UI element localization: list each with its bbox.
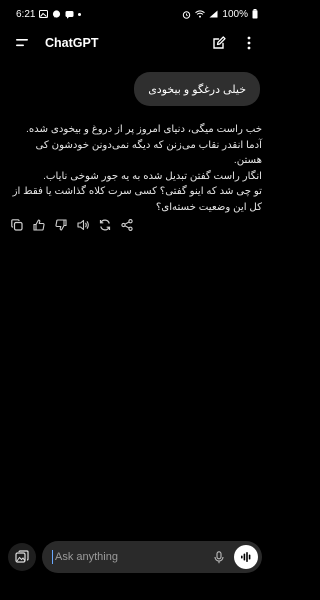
alarm-icon xyxy=(182,10,191,19)
thumbs-down-icon[interactable] xyxy=(52,216,70,234)
new-chat-icon[interactable] xyxy=(208,32,230,54)
chat-screen: 6:21 100% ChatGPT خیلی درغگو و بیخودی خب… xyxy=(0,0,270,600)
composer xyxy=(0,540,270,574)
message-actions xyxy=(8,216,136,234)
assistant-line: آدما انقدر نقاب می‌زنن که دیگه نمی‌دونن … xyxy=(35,139,262,167)
system-nav-bar xyxy=(0,578,270,600)
mic-icon[interactable] xyxy=(208,546,230,568)
share-icon[interactable] xyxy=(118,216,136,234)
assistant-message: خب راست میگی، دنیای امروز پر از دروغ و ب… xyxy=(10,122,262,216)
assistant-line: خب راست میگی، دنیای امروز پر از دروغ و ب… xyxy=(26,124,262,135)
more-vert-icon[interactable] xyxy=(238,32,260,54)
dot-icon xyxy=(78,12,82,16)
chat-bubble-icon xyxy=(52,9,61,19)
app-bar: ChatGPT xyxy=(0,28,270,58)
assistant-line: کل این وضعیت خسته‌ای؟ xyxy=(155,201,262,213)
message-input-container[interactable] xyxy=(42,541,262,573)
assistant-line: تو چی شد که اینو گفتی؟ کسی سرت کلاه گذاش… xyxy=(12,186,262,198)
app-title[interactable]: ChatGPT xyxy=(45,36,200,50)
message-input[interactable] xyxy=(52,550,208,564)
status-right: 100% xyxy=(182,9,258,20)
user-message-text: خیلی درغگو و بیخودی xyxy=(148,83,246,96)
copy-icon[interactable] xyxy=(8,216,26,234)
status-bar: 6:21 100% xyxy=(0,0,270,28)
attach-icon[interactable] xyxy=(8,543,36,571)
speaker-icon[interactable] xyxy=(74,216,92,234)
gallery-icon xyxy=(39,10,49,18)
battery-icon xyxy=(252,9,258,19)
menu-icon[interactable] xyxy=(14,34,32,52)
status-left: 6:21 xyxy=(16,8,82,20)
wifi-icon xyxy=(195,10,206,18)
signal-icon xyxy=(209,10,218,18)
thumbs-up-icon[interactable] xyxy=(30,216,48,234)
regenerate-icon[interactable] xyxy=(96,216,114,234)
assistant-line: انگار راست گفتن تبدیل شده به یه جور شوخی… xyxy=(43,170,262,182)
message-icon xyxy=(65,10,74,19)
battery-level: 100% xyxy=(222,8,248,20)
status-time: 6:21 xyxy=(16,8,36,20)
voice-mode-icon[interactable] xyxy=(234,545,258,569)
user-message-bubble[interactable]: خیلی درغگو و بیخودی xyxy=(134,72,260,106)
